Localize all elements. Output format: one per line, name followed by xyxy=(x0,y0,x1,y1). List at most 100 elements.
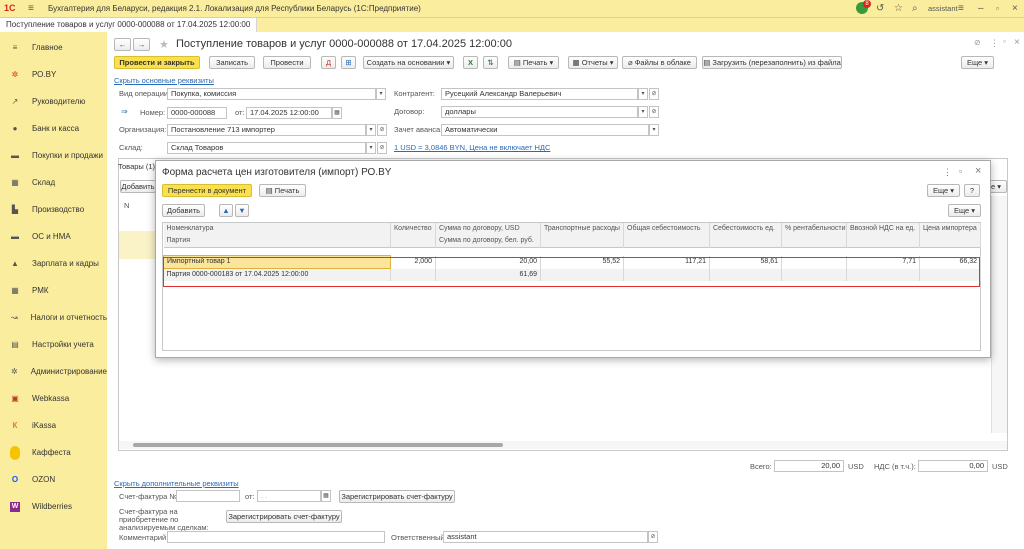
sidebar-item-webkassa[interactable]: ▣ Webkassa xyxy=(0,385,107,412)
sidebar-item-ozon[interactable]: O OZON xyxy=(0,466,107,493)
dialog-more-actions-icon[interactable]: ⋮ xyxy=(943,167,952,178)
operation-type-dropdown[interactable]: ▾ xyxy=(376,88,386,100)
print-button[interactable]: ▤ Печать ▾ xyxy=(508,56,559,69)
organization-field[interactable]: Постановление 713 импортер xyxy=(167,124,366,136)
responsible-field[interactable]: assistant xyxy=(443,531,648,543)
item-cell[interactable]: Импортный товар 1 xyxy=(163,255,391,269)
forward-button[interactable]: → xyxy=(133,38,150,51)
column-header[interactable]: Транспортные расходы xyxy=(540,223,624,235)
excel-icon[interactable]: X xyxy=(463,56,478,69)
main-menu-icon[interactable]: ≡ xyxy=(28,3,34,14)
counterparty-field[interactable]: Русецкий Александр Валерьевич xyxy=(441,88,638,100)
post-button[interactable]: Провести xyxy=(263,56,311,69)
goods-vertical-scrollbar[interactable] xyxy=(991,196,1007,433)
table-row[interactable]: Импортный товар 1 2,000 20,00 55,52 117,… xyxy=(163,255,981,269)
dialog-help-button[interactable]: ? xyxy=(964,184,980,197)
scrollbar-thumb[interactable] xyxy=(133,443,503,447)
advance-field[interactable]: Автоматически xyxy=(441,124,649,136)
sidebar-item-ikassa[interactable]: КiKassa xyxy=(0,412,107,439)
hide-main-details-link[interactable]: Скрыть основные реквизиты xyxy=(114,75,214,86)
unit-cost-cell[interactable]: 58,61 xyxy=(709,255,782,269)
sidebar-item-rmk[interactable]: ▦ РМК xyxy=(0,277,107,304)
sidebar-item-main[interactable]: ≡ Главное xyxy=(0,34,107,61)
dialog-more-button[interactable]: Еще ▾ xyxy=(927,184,960,197)
register-invoice-analyzed-button[interactable]: Зарегистрировать счет-фактуру xyxy=(226,510,342,523)
tab-goods[interactable]: Товары (1) xyxy=(118,162,155,171)
goods-horizontal-scrollbar[interactable] xyxy=(119,441,1007,449)
number-field[interactable]: 0000-000088 xyxy=(167,107,227,119)
close-window-icon[interactable]: × xyxy=(1012,2,1018,15)
column-header[interactable]: Партия xyxy=(163,235,391,248)
operation-type-field[interactable]: Покупка, комиссия xyxy=(167,88,376,100)
column-header[interactable]: Сумма по договору, бел. руб. xyxy=(435,235,541,248)
counterparty-open-icon[interactable]: ⊘ xyxy=(649,88,659,100)
maximize-icon[interactable]: ▫ xyxy=(1003,37,1006,46)
contract-dropdown[interactable]: ▾ xyxy=(638,106,648,118)
dialog-maximize-icon[interactable]: ▫ xyxy=(959,166,962,176)
sidebar-item-taxes[interactable]: ↝ Налоги и отчетность xyxy=(0,304,107,331)
export-icon[interactable]: ⇅ xyxy=(483,56,498,69)
contract-open-icon[interactable]: ⊘ xyxy=(649,106,659,118)
sidebar-item-roby[interactable]: ✲ РО.BY xyxy=(0,61,107,88)
close-document-icon[interactable]: × xyxy=(1014,37,1020,48)
warehouse-dropdown[interactable]: ▾ xyxy=(366,142,376,154)
table-row[interactable]: Партия 0000-000183 от 17.04.2025 12:00:0… xyxy=(163,268,981,281)
responsible-open-icon[interactable]: ⊘ xyxy=(648,531,658,543)
invoice-date-field[interactable]: . . xyxy=(257,490,321,502)
sidebar-item-settings[interactable]: ▤ Настройки учета xyxy=(0,331,107,358)
column-header[interactable]: % рентабельности xyxy=(781,223,847,235)
amount-byn-cell[interactable]: 61,69 xyxy=(435,268,541,281)
sidebar-item-admin[interactable]: ✲ Администрирование xyxy=(0,358,107,385)
more-button[interactable]: Еще ▾ xyxy=(961,56,994,69)
organization-dropdown[interactable]: ▾ xyxy=(366,124,376,136)
sidebar-item-production[interactable]: ▙ Производство xyxy=(0,196,107,223)
tab-document[interactable]: Поступление товаров и услуг 0000-000088 … xyxy=(0,18,258,32)
hide-extra-details-link[interactable]: Скрыть дополнительные реквизиты xyxy=(114,478,239,489)
load-from-file-button[interactable]: ▤ Загрузить (перезаполнить) из файла xyxy=(702,56,842,69)
column-header[interactable]: Номенклатура xyxy=(163,223,391,235)
cloud-files-button[interactable]: ⌀ Файлы в облаке xyxy=(622,56,697,69)
history-icon[interactable]: ↺ xyxy=(876,2,884,15)
total-cost-cell[interactable]: 117,21 xyxy=(623,255,710,269)
number-edit-icon[interactable]: ⇒ xyxy=(121,107,128,116)
dialog-close-icon[interactable]: × xyxy=(975,165,981,177)
sidebar-item-purchases[interactable]: ▬ Покупки и продажи xyxy=(0,142,107,169)
structure-icon[interactable]: ⊞ xyxy=(341,56,356,69)
dialog-print-button[interactable]: ▤ Печать xyxy=(259,184,306,197)
sidebar-item-manager[interactable]: ↗ Руководителю xyxy=(0,88,107,115)
column-header[interactable]: Количество xyxy=(390,223,436,235)
journal-icon[interactable]: Д xyxy=(321,56,336,69)
invoice-number-field[interactable] xyxy=(176,490,240,502)
dialog-table-more-button[interactable]: Еще ▾ xyxy=(948,204,981,217)
move-up-icon[interactable]: ▲ xyxy=(219,204,233,217)
column-header[interactable]: Цена импортера xyxy=(919,223,981,235)
transfer-to-document-button[interactable]: Перенести в документ xyxy=(162,184,252,197)
column-header[interactable]: Общая себестоимость xyxy=(623,223,710,235)
exchange-rate-link[interactable]: 1 USD = 3,0846 BYN, Цена не включает НДС xyxy=(394,142,550,153)
sidebar-item-kaffesta[interactable]: Каффеста xyxy=(0,439,107,466)
sidebar-item-warehouse[interactable]: ▦ Склад xyxy=(0,169,107,196)
sidebar-item-bank[interactable]: ● Банк и касса xyxy=(0,115,107,142)
organization-open-icon[interactable]: ⊘ xyxy=(377,124,387,136)
favorite-star-icon[interactable]: ★ xyxy=(159,38,169,51)
goods-add-button[interactable]: Добавить xyxy=(120,180,156,193)
contract-field[interactable]: доллары xyxy=(441,106,638,118)
sidebar-item-salary[interactable]: ▲ Зарплата и кадры xyxy=(0,250,107,277)
favorites-icon[interactable]: ☆ xyxy=(894,2,903,15)
quantity-cell[interactable]: 2,000 xyxy=(390,255,436,269)
warehouse-field[interactable]: Склад Товаров xyxy=(167,142,366,154)
user-name[interactable]: assistant xyxy=(928,2,958,15)
sidebar-item-wildberries[interactable]: W Wildberries xyxy=(0,493,107,520)
calendar-icon[interactable]: ▦ xyxy=(332,107,342,119)
profitability-cell[interactable] xyxy=(781,255,847,269)
advance-dropdown[interactable]: ▾ xyxy=(649,124,659,136)
post-and-close-button[interactable]: Провести и закрыть xyxy=(114,56,200,69)
comment-field[interactable] xyxy=(167,531,385,543)
save-button[interactable]: Записать xyxy=(209,56,255,69)
date-field[interactable]: 17.04.2025 12:00:00 xyxy=(246,107,332,119)
register-invoice-button[interactable]: Зарегистрировать счет-фактуру xyxy=(339,490,455,503)
invoice-calendar-icon[interactable]: ▦ xyxy=(321,490,331,502)
sidebar-item-assets[interactable]: ▬ ОС и НМА xyxy=(0,223,107,250)
dialog-add-button[interactable]: Добавить xyxy=(162,204,205,217)
importer-price-cell[interactable]: 66,32 xyxy=(919,255,981,269)
